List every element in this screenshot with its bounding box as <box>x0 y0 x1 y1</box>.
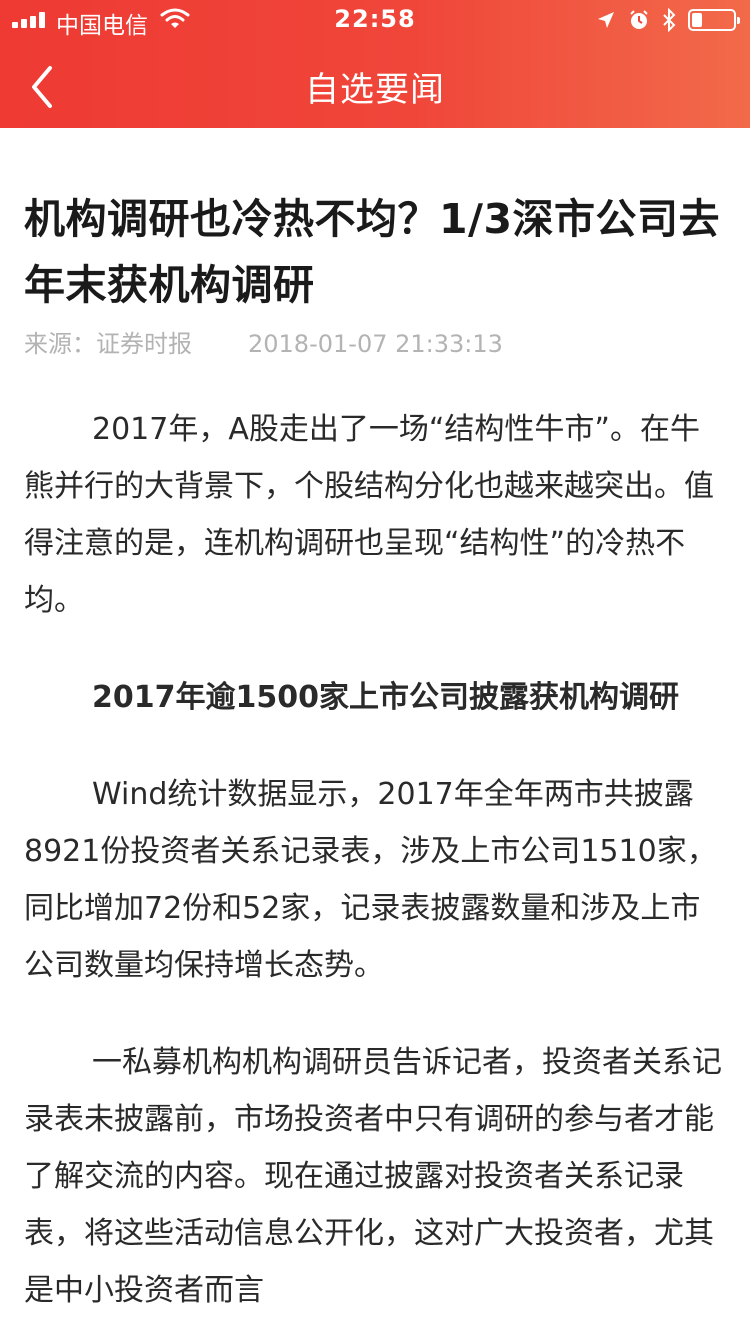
page-title: 自选要闻 <box>305 70 445 110</box>
article-paragraph: 一私募机构机构调研员告诉记者，投资者关系记录表未披露前，市场投资者中只有调研的参… <box>24 1045 722 1308</box>
status-icons <box>596 8 740 32</box>
article-paragraph: Wind统计数据显示，2017年全年两市共披露8921份投资者关系记录表，涉及上… <box>24 777 717 983</box>
article-title: 机构调研也冷热不均？1/3深市公司去年末获机构调研 <box>24 195 721 309</box>
bluetooth-icon <box>663 8 676 32</box>
location-icon <box>598 12 614 28</box>
status-bar: 中国电信 22:58 <box>0 0 750 40</box>
battery-level <box>692 13 702 27</box>
article-meta: 来源：证券时报 2018-01-07 21:33:13 <box>24 324 726 359</box>
battery-icon <box>688 9 740 31</box>
article-date: 2018-01-07 21:33:13 <box>248 330 503 358</box>
article-subheading: 2017年逾1500家上市公司披露获机构调研 <box>92 680 679 715</box>
alarm-icon <box>630 10 648 29</box>
article-body: 机构调研也冷热不均？1/3深市公司去年末获机构调研 来源：证券时报 2018-01… <box>24 128 726 1319</box>
article-source: 来源：证券时报 <box>24 330 192 358</box>
article-paragraph: 2017年，A股走出了一场“结构性牛市”。在牛熊并行的大背景下，个股结构分化也越… <box>24 412 714 618</box>
app-header: 中国电信 22:58 自选要闻 <box>0 0 750 128</box>
